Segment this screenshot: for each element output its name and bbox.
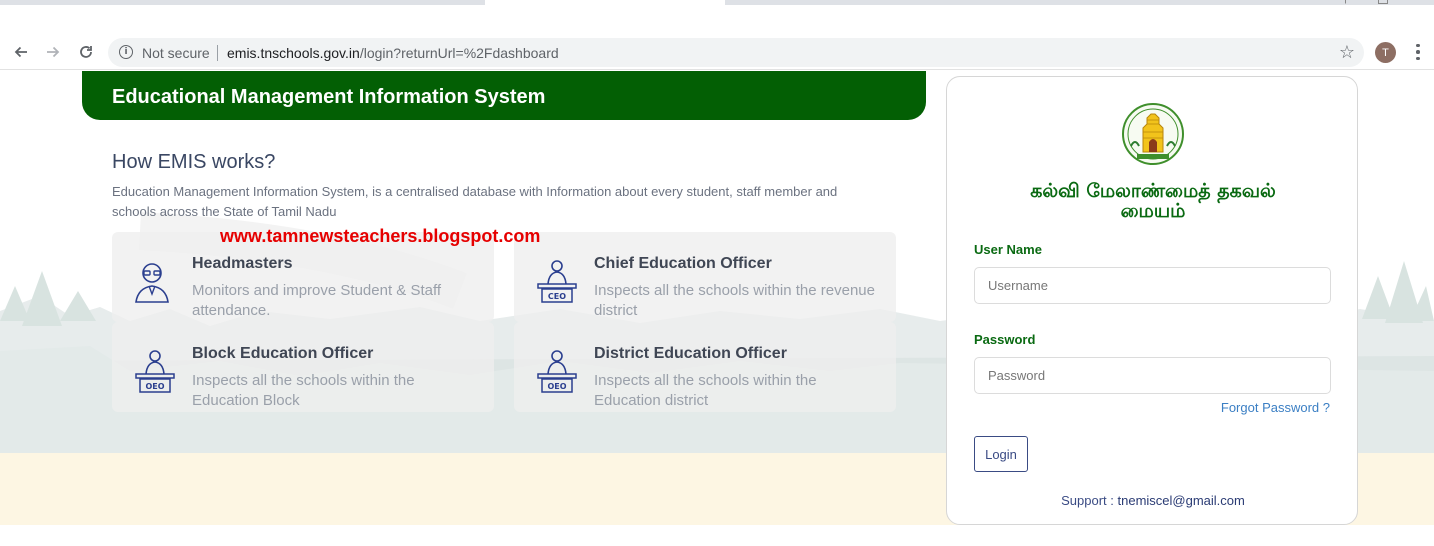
minimize-button[interactable] — [1345, 0, 1355, 4]
username-label: User Name — [974, 242, 1042, 257]
reload-icon — [80, 46, 92, 58]
portal-title-line2: மையம் — [1120, 200, 1186, 222]
active-tab[interactable] — [485, 0, 725, 5]
tab-strip — [0, 0, 1434, 5]
role-description: Monitors and improve Student & Staff att… — [192, 282, 442, 319]
forward-button[interactable] — [43, 42, 63, 62]
bookmark-star-icon[interactable]: ☆ — [1339, 42, 1355, 62]
support-label: Support : — [1061, 493, 1118, 508]
address-bar[interactable]: i Not secure emis.tnschools.gov.in/login… — [108, 38, 1364, 67]
role-title: District Education Officer — [594, 345, 787, 362]
maximize-button[interactable] — [1378, 0, 1388, 4]
role-card-district-education-officer: OEO District Education Officer Inspects … — [514, 322, 896, 412]
support-email-link[interactable]: tnemiscel@gmail.com — [1118, 493, 1245, 508]
info-icon[interactable]: i — [119, 45, 133, 59]
officer-badge-text: CEO — [548, 292, 566, 301]
role-description: Inspects all the schools within the Educ… — [594, 372, 817, 409]
url-path: /login?returnUrl=%2Fdashboard — [359, 45, 559, 61]
role-title: Block Education Officer — [192, 345, 374, 362]
password-input[interactable] — [974, 357, 1331, 394]
back-button[interactable] — [11, 42, 31, 62]
role-title: Chief Education Officer — [594, 255, 772, 272]
back-arrow-icon — [14, 46, 27, 58]
browser-window: i Not secure emis.tnschools.gov.in/login… — [0, 0, 1434, 546]
portal-title-tamil: கல்வி மேலாண்மைத் தகவல் மையம் — [967, 181, 1339, 221]
deo-officer-icon: OEO — [537, 350, 577, 393]
intro-description: Education Management Information System,… — [112, 184, 838, 219]
reload-button[interactable] — [76, 42, 96, 62]
login-panel: கல்வி மேலாண்மைத் தகவல் மையம் User Name P… — [946, 76, 1358, 525]
forgot-password-link[interactable]: Forgot Password ? — [1221, 400, 1330, 415]
password-label: Password — [974, 332, 1036, 347]
role-card-chief-education-officer: CEO Chief Education Officer Inspects all… — [514, 232, 896, 322]
page-banner: Educational Management Information Syste… — [82, 71, 926, 120]
kebab-menu-icon[interactable] — [1410, 42, 1426, 62]
omnibox-separator — [217, 45, 218, 61]
ceo-officer-icon: CEO — [537, 260, 577, 303]
officer-badge-text: OEO — [145, 382, 164, 391]
url-text[interactable]: emis.tnschools.gov.in/login?returnUrl=%2… — [227, 45, 559, 61]
support-info: Support : tnemiscel@gmail.com — [947, 493, 1359, 508]
login-button[interactable]: Login — [974, 436, 1028, 472]
security-label[interactable]: Not secure — [142, 45, 210, 61]
username-input[interactable] — [974, 267, 1331, 304]
profile-avatar[interactable]: T — [1375, 42, 1396, 63]
page-bottom — [0, 525, 1434, 546]
url-host: emis.tnschools.gov.in — [227, 45, 360, 61]
forward-arrow-icon — [47, 46, 60, 58]
beo-officer-icon: OEO — [135, 350, 175, 393]
headmaster-icon — [135, 263, 169, 303]
role-description: Inspects all the schools within the Educ… — [192, 372, 415, 409]
officer-badge-text: OEO — [547, 382, 566, 391]
role-description: Inspects all the schools within the reve… — [594, 282, 875, 319]
tamil-nadu-emblem-icon — [1122, 103, 1184, 165]
role-title: Headmasters — [192, 255, 293, 272]
role-card-block-education-officer: OEO Block Education Officer Inspects all… — [112, 322, 494, 412]
browser-toolbar: i Not secure emis.tnschools.gov.in/login… — [0, 34, 1434, 70]
portal-title-line1: கல்வி மேலாண்மைத் தகவல் — [1030, 180, 1276, 202]
intro-heading: How EMIS works? — [112, 151, 276, 173]
page-content: Educational Management Information Syste… — [0, 71, 1434, 546]
watermark-text: www.tamnewsteachers.blogspot.com — [220, 226, 541, 246]
banner-title: Educational Management Information Syste… — [112, 86, 546, 108]
